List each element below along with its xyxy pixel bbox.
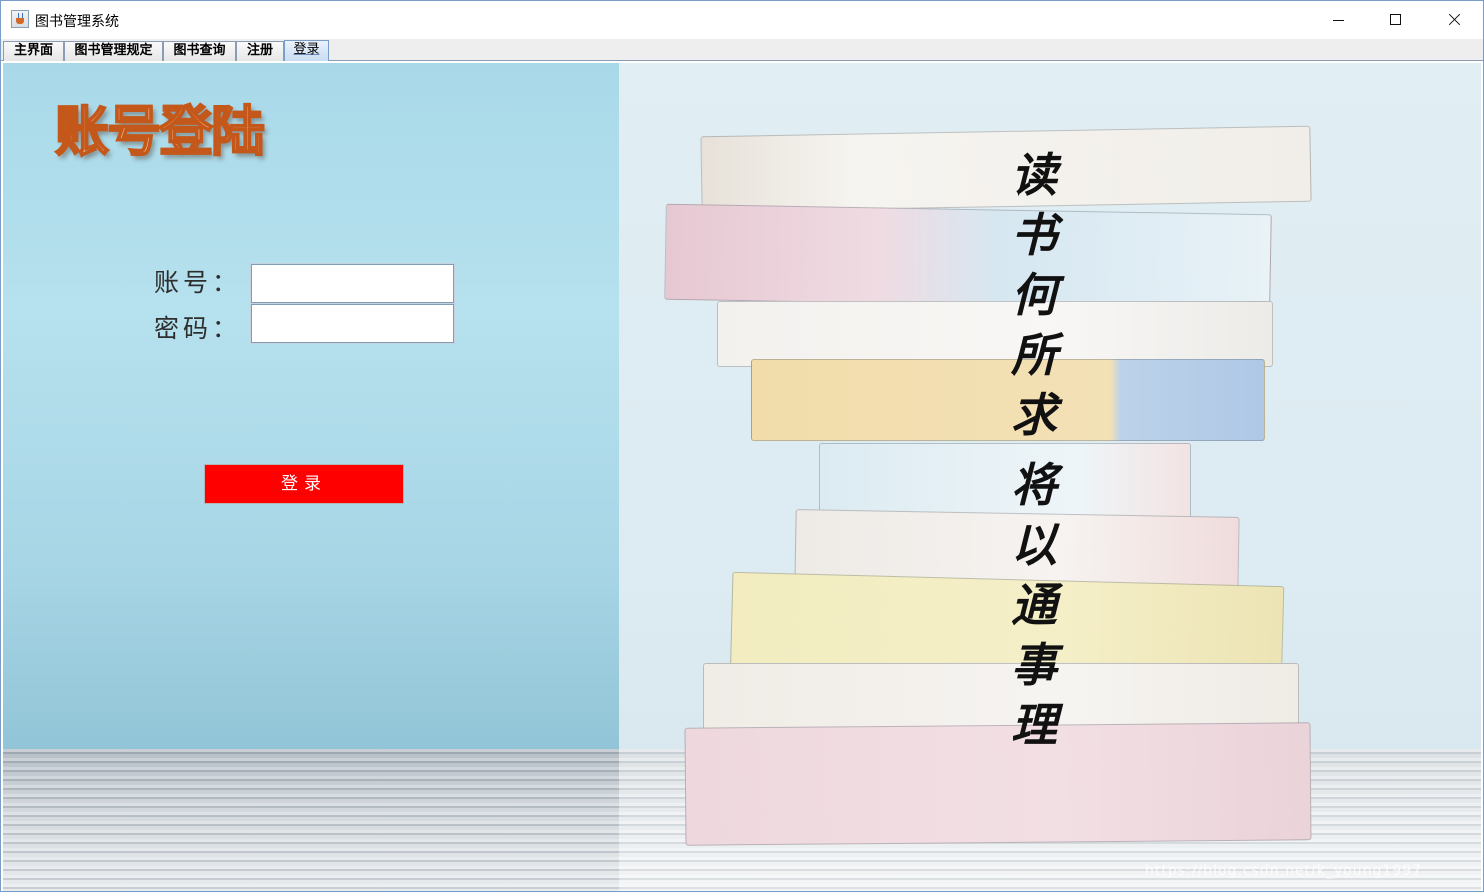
tab-login[interactable]: 登录 [284, 40, 329, 61]
poem-char: 所 [1011, 328, 1057, 382]
poem-char: 何 [1011, 268, 1057, 322]
poem-char: 事 [1011, 638, 1057, 692]
book-2 [664, 203, 1272, 311]
title-bar[interactable]: 图书管理系统 [1, 1, 1483, 39]
maximize-button[interactable] [1367, 1, 1425, 39]
close-button[interactable] [1425, 1, 1483, 39]
maximize-icon [1390, 14, 1401, 25]
tab-login-label: 登录 [293, 42, 320, 57]
tab-rules[interactable]: 图书管理规定 [64, 41, 163, 61]
poem-gap [999, 445, 1069, 455]
book-3 [717, 301, 1273, 367]
tab-search[interactable]: 图书查询 [163, 41, 236, 61]
poem-char: 求 [1011, 388, 1057, 442]
tab-strip: 主界面 图书管理规定 图书查询 注册 登录 [1, 39, 1483, 61]
tab-register-label: 注册 [246, 43, 273, 58]
poem-char: 书 [1011, 208, 1057, 262]
password-input[interactable] [250, 303, 455, 344]
wood-floor-left [3, 749, 619, 891]
poem-char: 将 [1011, 458, 1057, 512]
minimize-button[interactable] [1309, 1, 1367, 39]
window-title: 图书管理系统 [35, 14, 119, 30]
login-button[interactable]: 登录 [204, 464, 404, 504]
tab-search-label: 图书查询 [173, 43, 226, 58]
poem-char: 通 [1011, 578, 1057, 632]
account-input[interactable] [250, 263, 455, 304]
watermark-text: https://blog.csdn.net/k_young1997 [1145, 863, 1422, 879]
login-panel: 账号登陆 账号： 密码： 登录 读 书 何 所 求 将 以 通 事 理 http… [3, 63, 1481, 891]
minimize-icon [1333, 20, 1344, 21]
tab-register[interactable]: 注册 [236, 41, 284, 61]
java-cup-icon [11, 10, 29, 28]
poem-char: 读 [1011, 148, 1057, 202]
app-window: 图书管理系统 主界面 图书管理规定 图书查询 注册 登录 账号登陆 账号： 密码… [0, 0, 1484, 892]
poem-char: 理 [1011, 698, 1057, 752]
account-label: 账号： [154, 268, 242, 297]
login-heading: 账号登陆 [54, 99, 266, 164]
tab-main-label: 主界面 [13, 43, 53, 58]
book-9 [684, 722, 1312, 846]
password-label: 密码： [154, 314, 242, 343]
tab-main[interactable]: 主界面 [3, 41, 64, 61]
poem-char: 以 [1011, 518, 1057, 572]
vertical-poem: 读 书 何 所 求 将 以 通 事 理 [999, 145, 1069, 755]
tab-rules-label: 图书管理规定 [74, 43, 153, 58]
